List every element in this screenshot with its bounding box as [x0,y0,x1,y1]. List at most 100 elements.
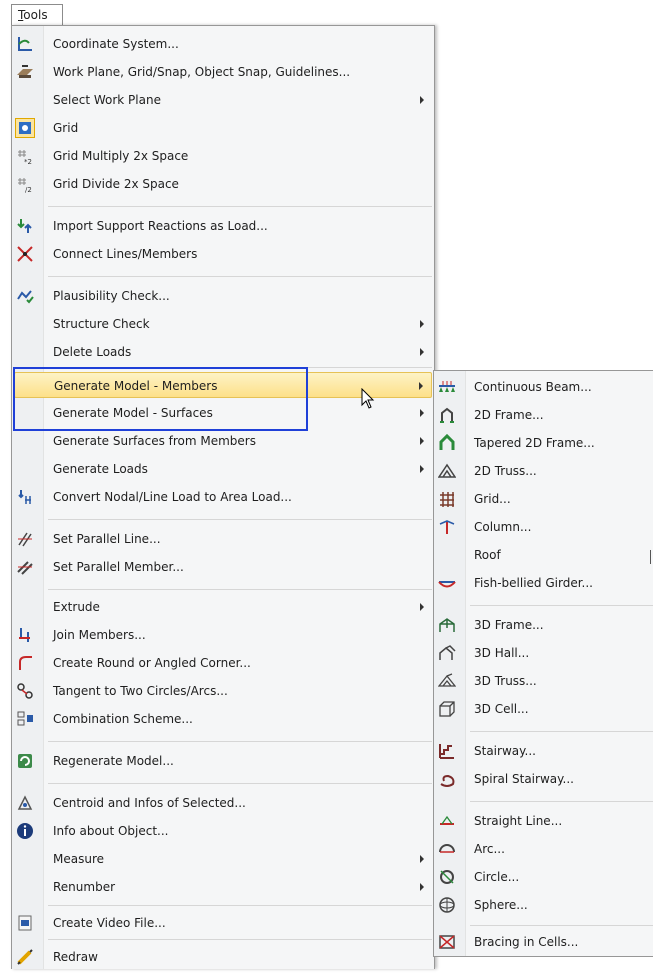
menu-item-work-plane[interactable]: Work Plane, Grid/Snap, Object Snap, Guid… [14,59,432,85]
menu-item-label: Straight Line... [474,814,563,828]
submenu-arrow-icon [420,603,424,611]
menu-item-connect-lines[interactable]: Connect Lines/Members [14,241,432,267]
import-reactions-icon [16,217,34,235]
corner-icon [16,654,34,672]
menu-item-centroid[interactable]: Centroid and Infos of Selected... [14,790,432,816]
menu-item-renumber[interactable]: Renumber [14,874,432,900]
work-plane-icon [16,63,34,81]
menu-item-info-about-object[interactable]: Info about Object... [14,818,432,844]
menu-item-redraw[interactable]: Redraw [14,944,432,970]
menu-item-set-parallel-member[interactable]: Set Parallel Member... [14,554,432,580]
menu-item-label: Convert Nodal/Line Load to Area Load... [53,490,292,504]
menu-item-label: Tangent to Two Circles/Arcs... [53,684,228,698]
menu-item-label: Create Round or Angled Corner... [53,656,251,670]
submenu-item-roof[interactable]: Roof [436,542,652,568]
submenu-item-continuous-beam[interactable]: Continuous Beam... [436,374,652,400]
menu-item-grid-multiply[interactable]: *2 Grid Multiply 2x Space [14,143,432,169]
menu-item-structure-check[interactable]: Structure Check [14,311,432,337]
submenu-item-3d-cell[interactable]: 3D Cell... [436,696,652,722]
menu-item-coordinate-system[interactable]: Coordinate System... [14,31,432,57]
menu-item-grid-divide[interactable]: /2 Grid Divide 2x Space [14,171,432,197]
menu-separator [470,801,653,802]
grid-divide-icon: /2 [16,175,34,194]
straight-line-icon [438,812,456,830]
menu-item-join-members[interactable]: Join Members... [14,622,432,648]
menu-item-label: Bracing in Cells... [474,935,579,949]
submenu-arrow-icon [420,883,424,891]
menu-item-label: Grid Multiply 2x Space [53,149,189,163]
fish-girder-icon [438,574,456,592]
menu-item-label: Coordinate System... [53,37,179,51]
menu-separator [48,905,432,906]
menu-item-label: Work Plane, Grid/Snap, Object Snap, Guid… [53,65,351,79]
menu-separator [48,741,432,742]
menu-item-create-video[interactable]: Create Video File... [14,910,432,936]
menu-item-regenerate-model[interactable]: Regenerate Model... [14,748,432,774]
column-icon [438,518,456,536]
menu-item-select-work-plane[interactable]: Select Work Plane [14,87,432,113]
truss-3d-icon [437,672,457,690]
submenu-item-arc[interactable]: Arc... [436,836,652,862]
submenu-item-2d-frame[interactable]: 2D Frame... [436,402,652,428]
continuous-beam-icon [438,378,456,396]
submenu-item-grid[interactable]: Grid... [436,486,652,512]
menu-item-import-support-reactions[interactable]: Import Support Reactions as Load... [14,213,432,239]
submenu-item-straight-line[interactable]: Straight Line... [436,808,652,834]
mouse-cursor-icon [361,387,375,413]
submenu-item-circle[interactable]: Circle... [436,864,652,890]
sphere-icon [438,896,456,914]
menu-item-generate-surfaces-from-members[interactable]: Generate Surfaces from Members [14,428,432,454]
menu-item-label: Info about Object... [53,824,169,838]
menu-separator [470,925,653,926]
plausibility-check-icon [16,287,34,305]
submenu-item-spiral-stairway[interactable]: Spiral Stairway... [436,766,652,792]
menu-item-label: Stairway... [474,744,536,758]
spiral-stairway-icon [438,770,456,788]
submenu-item-stairway[interactable]: Stairway... [436,738,652,764]
menu-item-delete-loads[interactable]: Delete Loads [14,339,432,365]
menu-item-label: Redraw [53,950,98,964]
circle-icon [438,868,456,886]
menu-item-combination-scheme[interactable]: Combination Scheme... [14,706,432,732]
menu-item-label: Extrude [53,600,100,614]
menu-item-label: Centroid and Infos of Selected... [53,796,246,810]
menu-item-generate-loads[interactable]: Generate Loads [14,456,432,482]
grid-model-icon [438,490,456,508]
submenu-item-3d-frame[interactable]: 3D Frame... [436,612,652,638]
arc-icon [438,840,456,858]
submenu-item-sphere[interactable]: Sphere... [436,892,652,918]
menu-item-grid[interactable]: Grid [14,115,432,141]
submenu-item-3d-hall[interactable]: 3D Hall... [436,640,652,666]
submenu-item-bracing-in-cells[interactable]: Bracing in Cells... [436,929,652,955]
menu-item-label: Join Members... [53,628,146,642]
menu-item-plausibility-check[interactable]: Plausibility Check... [14,283,432,309]
menu-separator [48,519,432,520]
menu-item-tangent[interactable]: Tangent to Two Circles/Arcs... [14,678,432,704]
menu-item-label: Grid [53,121,79,135]
submenu-item-fish-bellied-girder[interactable]: Fish-bellied Girder... [436,570,652,596]
menu-item-measure[interactable]: Measure [14,846,432,872]
menu-item-set-parallel-line[interactable]: Set Parallel Line... [14,526,432,552]
submenu-item-3d-truss[interactable]: 3D Truss... [436,668,652,694]
tangent-icon [16,682,34,700]
annotation-highlight-box [13,367,308,431]
menu-item-convert-load[interactable]: Convert Nodal/Line Load to Area Load... [14,484,432,510]
menu-separator [48,783,432,784]
menu-item-label: Roof [474,548,501,562]
menu-item-extrude[interactable]: Extrude [14,594,432,620]
submenu-item-2d-truss[interactable]: 2D Truss... [436,458,652,484]
info-icon [16,822,34,840]
stairway-icon [438,742,456,760]
menu-tools[interactable]: Tools [11,4,63,25]
submenu-arrow-icon [420,409,424,417]
submenu-item-column[interactable]: Column... [436,514,652,540]
tapered-frame-icon [438,433,456,452]
menu-item-label: Set Parallel Line... [53,532,161,546]
menu-item-label: Generate Loads [53,462,148,476]
menu-item-label: 3D Hall... [474,646,530,660]
menu-item-label: Generate Surfaces from Members [53,434,256,448]
menu-bar: Tools [0,0,653,26]
menu-item-round-corner[interactable]: Create Round or Angled Corner... [14,650,432,676]
menu-item-label: 3D Cell... [474,702,529,716]
submenu-item-tapered-frame[interactable]: Tapered 2D Frame... [436,430,652,456]
